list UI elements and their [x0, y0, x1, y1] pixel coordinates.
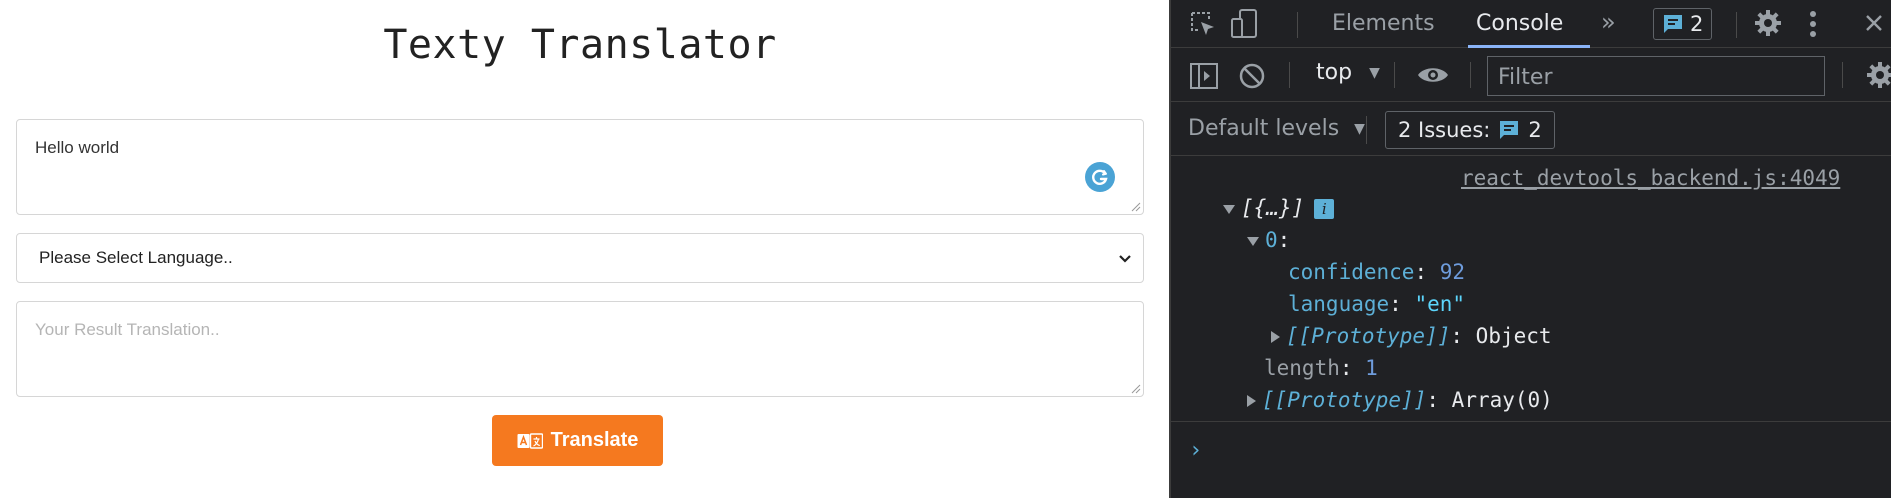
filter-input[interactable]: Filter [1487, 56, 1825, 96]
property-value: "en" [1414, 292, 1466, 316]
resize-grip-icon[interactable] [1131, 202, 1141, 212]
language-select-value: Please Select Language.. [39, 248, 233, 267]
translate-button[interactable]: Translate [492, 415, 663, 466]
kebab-menu-icon[interactable] [1809, 10, 1817, 38]
tab-elements[interactable]: Elements [1332, 11, 1435, 36]
tree-item-array-prototype[interactable]: [[Prototype]]: Array(0) [1247, 388, 1553, 412]
resize-grip-icon[interactable] [1131, 384, 1141, 394]
array-summary: [{…}] [1241, 196, 1305, 220]
live-expression-eye-icon[interactable] [1416, 64, 1450, 86]
property-key: [[Prototype]] [1286, 324, 1451, 348]
translate-button-label: Translate [550, 429, 639, 451]
message-icon [1664, 15, 1682, 33]
grammarly-icon[interactable] [1085, 162, 1115, 192]
log-levels-dropdown[interactable]: Default levels ▼ [1188, 116, 1365, 141]
more-tabs-icon[interactable]: » [1601, 8, 1616, 36]
filter-placeholder: Filter [1498, 65, 1553, 90]
separator [1394, 62, 1395, 88]
language-select[interactable]: Please Select Language.. [16, 233, 1144, 283]
translate-icon [517, 432, 543, 449]
separator [1289, 62, 1290, 88]
message-icon [1500, 121, 1519, 139]
console-output: react_devtools_backend.js:4049 [{…}] i 0:… [1171, 156, 1891, 498]
expand-arrow-icon[interactable] [1271, 331, 1280, 343]
issues-button[interactable]: 2 Issues: 2 [1385, 111, 1555, 149]
separator [1366, 116, 1367, 144]
translator-app: Texty Translator Hello world Please Sele… [0, 0, 1169, 498]
tree-item-length: length: 1 [1264, 356, 1378, 380]
console-prompt[interactable]: › [1171, 421, 1891, 498]
close-icon[interactable] [1863, 12, 1885, 34]
source-text-value: Hello world [35, 138, 120, 157]
dropdown-arrow-icon: ▼ [1369, 65, 1380, 81]
console-levels-bar: Default levels ▼ 2 Issues: 2 [1171, 102, 1891, 156]
page-title: Texty Translator [383, 22, 777, 68]
console-toolbar: top ▼ Filter [1171, 48, 1891, 102]
inspect-element-icon[interactable] [1189, 10, 1217, 38]
separator [1842, 62, 1843, 88]
context-label: top [1316, 60, 1353, 85]
console-log-entry[interactable]: [{…}] i [1223, 196, 1335, 220]
source-link[interactable]: react_devtools_backend.js:4049 [1461, 166, 1840, 190]
expand-arrow-icon[interactable] [1247, 236, 1259, 246]
property-value: 92 [1439, 260, 1466, 284]
property-key: 0 [1265, 228, 1278, 252]
log-levels-label: Default levels [1188, 116, 1340, 141]
devtools-panel: Elements Console » 2 top ▼ Filter Defaul… [1169, 0, 1891, 498]
dropdown-arrow-icon: ▼ [1354, 121, 1365, 137]
tree-item-object-prototype[interactable]: [[Prototype]]: Object [1271, 324, 1552, 348]
property-value: 1 [1365, 356, 1378, 380]
chevron-down-icon [1119, 255, 1131, 263]
property-key: confidence [1288, 260, 1415, 284]
separator [1736, 12, 1737, 38]
result-placeholder: Your Result Translation.. [35, 320, 220, 339]
messages-count: 2 [1690, 12, 1704, 36]
tree-item-confidence: confidence: 92 [1288, 260, 1466, 284]
tree-item-language: language: "en" [1288, 292, 1466, 316]
tab-console[interactable]: Console [1476, 11, 1563, 36]
settings-gear-icon[interactable] [1753, 8, 1783, 38]
separator [1470, 62, 1471, 88]
device-toolbar-icon[interactable] [1229, 8, 1259, 40]
separator [1297, 12, 1298, 38]
sidebar-toggle-icon[interactable] [1189, 62, 1219, 90]
property-value: Array(0) [1451, 388, 1553, 412]
console-settings-gear-icon[interactable] [1865, 60, 1891, 90]
property-key: [[Prototype]] [1262, 388, 1427, 412]
messages-badge[interactable]: 2 [1653, 8, 1713, 40]
property-key: length [1264, 356, 1340, 380]
expand-arrow-icon[interactable] [1223, 204, 1235, 214]
issues-label: 2 Issues: [1398, 118, 1491, 142]
result-text-output[interactable]: Your Result Translation.. [16, 301, 1144, 397]
devtools-tab-bar: Elements Console » 2 [1171, 0, 1891, 48]
clear-console-icon[interactable] [1238, 62, 1266, 90]
source-text-input[interactable]: Hello world [16, 119, 1144, 215]
prompt-chevron-icon: › [1189, 438, 1203, 463]
tree-item-index[interactable]: 0: [1247, 228, 1290, 252]
property-key: language [1288, 292, 1390, 316]
expand-arrow-icon[interactable] [1247, 395, 1256, 407]
context-selector[interactable]: top ▼ [1316, 60, 1380, 85]
property-value: Object [1475, 324, 1552, 348]
issues-count: 2 [1528, 118, 1542, 142]
info-icon[interactable]: i [1314, 199, 1335, 219]
